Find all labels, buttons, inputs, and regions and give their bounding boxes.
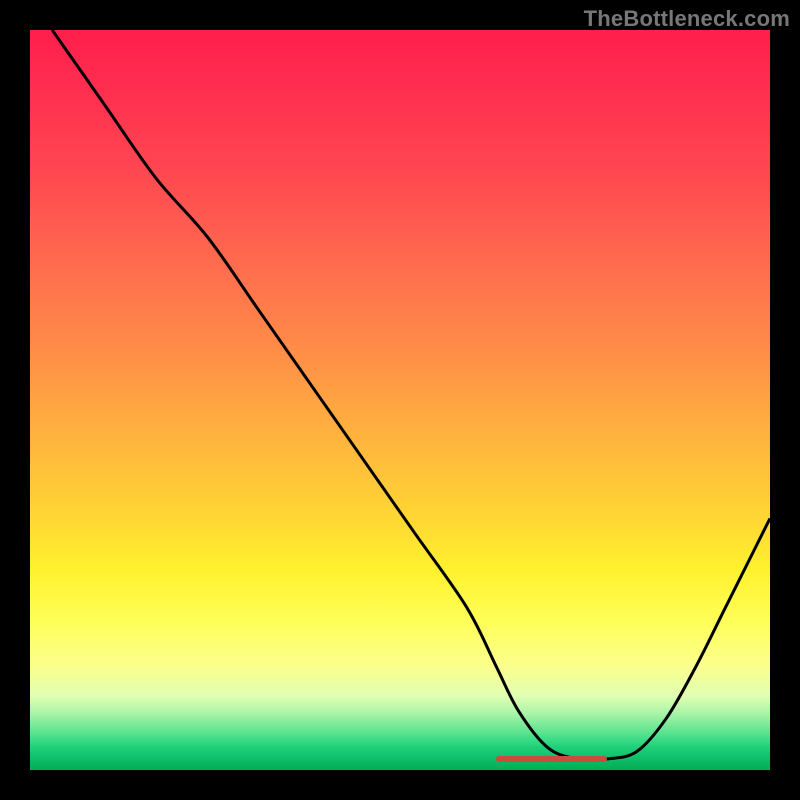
trough-accent [496,756,607,762]
curve-path [52,30,770,760]
chart-stage: TheBottleneck.com [0,0,800,800]
bottleneck-curve [30,30,770,770]
watermark-text: TheBottleneck.com [584,6,790,32]
plot-area [30,30,770,770]
